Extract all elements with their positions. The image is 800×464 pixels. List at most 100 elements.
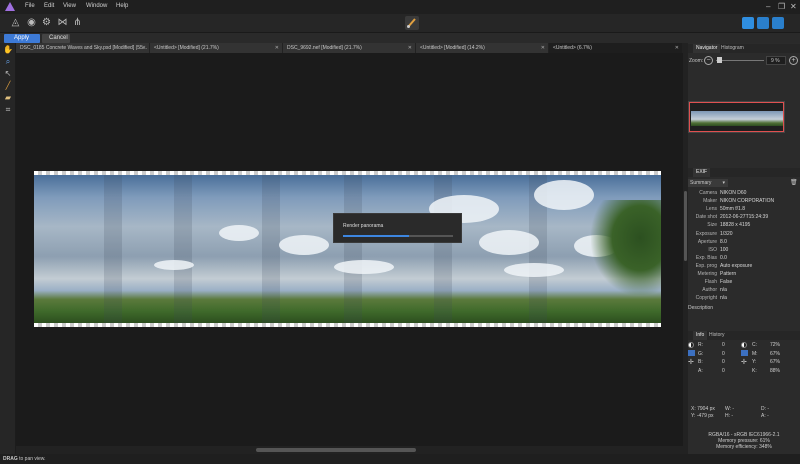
color-picker-icon[interactable] — [741, 350, 748, 356]
navigator-view-rect[interactable] — [689, 102, 784, 132]
persona-tonemap-icon[interactable]: ⋈ — [56, 17, 69, 29]
selection-width: W: - — [725, 406, 735, 412]
zoom-row: Zoom: − 9 % + — [688, 55, 800, 67]
trash-icon[interactable]: 🗑 — [790, 179, 798, 186]
panorama-image[interactable] — [34, 171, 661, 327]
selection-height: H: - — [725, 413, 734, 419]
scroll-thumb[interactable] — [256, 448, 416, 452]
color-swatch-icon — [688, 342, 694, 348]
channel-value: 67% — [770, 350, 781, 357]
tree-silhouette — [591, 200, 661, 295]
menu-file[interactable]: File — [25, 3, 35, 9]
brush-icon[interactable] — [405, 16, 419, 30]
channel-value: 88% — [770, 367, 781, 374]
minimize-button[interactable]: – — [766, 2, 770, 11]
eraser-tool-icon[interactable]: ▰ — [3, 93, 13, 103]
cursor-y: Y: -479 px — [691, 413, 714, 419]
close-icon[interactable]: ✕ — [408, 43, 412, 53]
tab-doc-5[interactable]: <Untitled> (6.7%) ✕ — [549, 43, 683, 53]
tab-navigator[interactable]: Navigator — [693, 44, 721, 53]
channel-label: C: — [752, 342, 757, 348]
tab-exif[interactable]: EXIF — [693, 168, 711, 177]
persona-develop-icon[interactable]: ⚙ — [40, 17, 53, 29]
menu-edit[interactable]: Edit — [44, 3, 54, 9]
exif-key: ISO — [708, 246, 717, 253]
channel-value: 72% — [770, 342, 781, 348]
tab-histogram[interactable]: Histogram — [718, 44, 747, 53]
close-icon[interactable]: ✕ — [142, 43, 146, 53]
color-picker-icon[interactable] — [688, 350, 695, 356]
tools-panel: ✋ ⌕ ↖ ╱ ▰ ⌗ — [0, 43, 16, 455]
exif-value: NIKON D60 — [720, 190, 747, 196]
channel-label: R: — [698, 342, 703, 348]
zoom-out-icon[interactable]: − — [704, 56, 713, 65]
crop-tool-icon[interactable]: ⌗ — [3, 105, 13, 115]
canvas[interactable]: Render panorama — [16, 53, 683, 446]
horizontal-scrollbar[interactable] — [16, 446, 683, 454]
move-tool-icon[interactable]: ↖ — [3, 69, 13, 79]
tab-history[interactable]: History — [706, 331, 728, 340]
close-icon[interactable]: ✕ — [541, 43, 545, 53]
cancel-button[interactable]: Cancel — [42, 34, 70, 43]
exif-key: Exp. Bias — [695, 254, 717, 261]
exif-row: Date shot 2012-06-27T15:24:39 — [688, 214, 800, 222]
cloud — [334, 260, 394, 274]
context-toolbar — [0, 33, 800, 43]
tab-doc-3[interactable]: DSC_9692.nef [Modified] (21.7%) ✕ — [283, 43, 416, 53]
exif-value: NIKON CORPORATION — [720, 198, 775, 205]
arrange-icon[interactable] — [772, 17, 784, 29]
exif-value: 50mm f/1.8 — [720, 206, 746, 213]
cloud — [504, 263, 564, 277]
exif-key: Flash — [704, 279, 717, 286]
exif-row: Copyright n/a — [688, 295, 800, 303]
persona-photo-icon[interactable]: ◬ — [9, 17, 22, 29]
tab-doc-4[interactable]: <Untitled> [Modified] (14.2%) ✕ — [416, 43, 549, 53]
apply-button[interactable]: Apply — [4, 34, 40, 43]
scroll-thumb[interactable] — [684, 191, 687, 261]
snapping-icon[interactable] — [757, 17, 769, 29]
tab-doc-1[interactable]: DSC_0185 Concrete Waves and Sky.psd [Mod… — [16, 43, 150, 53]
exif-value: False — [720, 279, 733, 286]
selection-distance: D: - — [761, 406, 770, 412]
menu-window[interactable]: Window — [86, 3, 107, 9]
close-icon[interactable]: ✕ — [675, 43, 679, 53]
zoom-slider[interactable] — [716, 60, 764, 61]
exif-key: Exp. prog — [695, 262, 717, 269]
description-label: Description — [688, 305, 714, 311]
exif-value: n/a — [720, 295, 727, 302]
tab-doc-2[interactable]: <Untitled> [Modified] (21.7%) ✕ — [150, 43, 283, 53]
info-tabs: Info History — [688, 331, 800, 340]
zoom-label: Zoom: — [689, 58, 704, 64]
persona-liquify-icon[interactable]: ◉ — [25, 17, 38, 29]
zoom-tool-icon[interactable]: ⌕ — [3, 57, 13, 67]
selection-angle: A: - — [761, 413, 769, 419]
exif-row: ISO 100 — [688, 247, 800, 255]
exif-value: 0.0 — [720, 254, 727, 261]
menu-help[interactable]: Help — [116, 3, 128, 9]
exif-value: Pattern — [720, 271, 737, 277]
close-window-button[interactable]: ✕ — [790, 2, 797, 11]
navigator-preview[interactable] — [688, 101, 785, 133]
menu-view[interactable]: View — [63, 3, 76, 9]
exif-value: 18828 x 4195 — [720, 222, 751, 229]
zoom-in-icon[interactable]: + — [789, 56, 798, 65]
close-icon[interactable]: ✕ — [275, 43, 279, 53]
exif-value: n/a — [720, 287, 727, 294]
persona-export-icon[interactable]: ⋔ — [71, 17, 84, 29]
tab-label: <Untitled> (6.7%) — [553, 45, 592, 51]
app-logo — [5, 2, 15, 11]
status-bar: DRAG to pan view. — [0, 454, 800, 464]
stitch-seam — [174, 175, 192, 323]
stitch-seam — [262, 175, 280, 323]
cloud — [534, 180, 594, 210]
exif-mode-select[interactable]: Summary ▾ — [688, 179, 728, 187]
zoom-slider-handle[interactable] — [717, 57, 722, 63]
exif-row: Lens 50mm f/1.8 — [688, 206, 800, 214]
zoom-value-field[interactable]: 9 % — [766, 56, 786, 65]
exif-key: Metering — [697, 271, 717, 277]
assistant-icon[interactable] — [742, 17, 754, 29]
maximize-button[interactable]: ❐ — [778, 2, 785, 11]
render-progress-dialog: Render panorama — [333, 213, 462, 243]
brush-tool-icon[interactable]: ╱ — [3, 81, 13, 91]
hand-tool-icon[interactable]: ✋ — [3, 45, 13, 55]
